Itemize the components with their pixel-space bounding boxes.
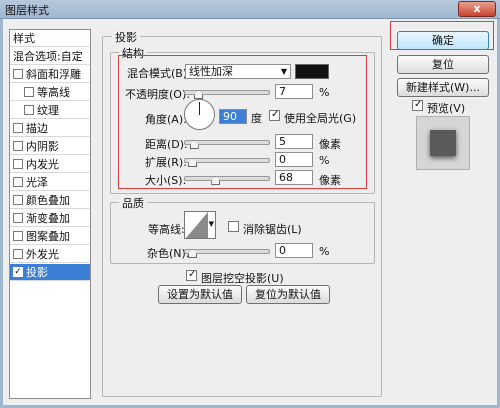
section-title: 投影 <box>112 29 140 45</box>
close-button[interactable]: x <box>458 1 496 17</box>
preview-checkbox[interactable] <box>412 99 423 111</box>
spread-unit: % <box>319 154 330 167</box>
style-item-checkbox[interactable] <box>13 195 23 205</box>
style-list-item[interactable]: 纹理 <box>10 102 90 119</box>
spread-slider[interactable] <box>184 158 270 163</box>
noise-input[interactable]: 0 <box>275 243 313 258</box>
window-title: 图层样式 <box>5 4 49 17</box>
style-list-item[interactable]: 图案叠加 <box>10 228 90 245</box>
distance-label: 距离(D): <box>145 138 188 151</box>
style-item-label: 内发光 <box>26 158 59 171</box>
style-item-label: 图案叠加 <box>26 230 70 243</box>
style-list-item[interactable]: 渐变叠加 <box>10 210 90 227</box>
size-slider[interactable] <box>184 176 270 181</box>
style-item-checkbox[interactable] <box>13 267 23 277</box>
knockout-checkbox[interactable] <box>186 269 197 281</box>
style-list-header[interactable]: 样式 <box>10 30 90 47</box>
style-list-item[interactable]: 等高线 <box>10 84 90 101</box>
style-item-label: 光泽 <box>26 176 48 189</box>
blend-options-item[interactable]: 混合选项:自定 <box>10 48 90 65</box>
anti-alias-checkbox[interactable] <box>228 221 239 232</box>
angle-dial[interactable] <box>184 99 215 130</box>
style-list-item[interactable]: 斜面和浮雕 <box>10 66 90 83</box>
contour-picker[interactable]: ▼ <box>184 211 216 239</box>
style-item-label: 描边 <box>26 122 48 135</box>
style-list-item[interactable]: 外发光 <box>10 246 90 263</box>
angle-input[interactable]: 90 <box>219 109 247 124</box>
style-item-checkbox[interactable] <box>13 231 23 241</box>
style-list-item[interactable]: 投影 <box>10 264 90 281</box>
style-item-checkbox[interactable] <box>13 141 23 151</box>
contour-label: 等高线: <box>148 223 185 236</box>
style-list: 样式 混合选项:自定 斜面和浮雕等高线纹理描边内阴影内发光光泽颜色叠加渐变叠加图… <box>9 29 91 399</box>
close-icon: x <box>473 2 481 15</box>
noise-label: 杂色(N): <box>147 247 190 260</box>
angle-dial-needle <box>199 102 200 115</box>
opacity-label: 不透明度(O): <box>125 88 190 101</box>
style-item-checkbox[interactable] <box>24 87 34 97</box>
contour-curve-icon <box>186 212 208 238</box>
noise-unit: % <box>319 245 330 258</box>
style-list-item[interactable]: 内阴影 <box>10 138 90 155</box>
style-list-item[interactable]: 颜色叠加 <box>10 192 90 209</box>
preview-label: 预览(V) <box>427 102 466 115</box>
style-item-label: 渐变叠加 <box>26 212 70 225</box>
global-light-label: 使用全局光(G) <box>284 112 357 125</box>
global-light-checkbox[interactable] <box>269 109 280 121</box>
style-item-label: 颜色叠加 <box>26 194 70 207</box>
anti-alias-label: 消除锯齿(L) <box>243 223 302 236</box>
distance-unit: 像素 <box>319 138 341 151</box>
style-item-checkbox[interactable] <box>13 69 23 79</box>
blend-mode-select[interactable]: 线性加深 ▼ <box>185 64 291 79</box>
chevron-down-icon: ▼ <box>208 220 214 228</box>
ok-button[interactable]: 确定 <box>397 31 489 50</box>
blend-mode-label: 混合模式(B): <box>127 67 191 80</box>
style-item-checkbox[interactable] <box>13 123 23 133</box>
style-list-item[interactable]: 光泽 <box>10 174 90 191</box>
style-item-checkbox[interactable] <box>24 105 34 115</box>
style-item-label: 等高线 <box>37 86 70 99</box>
style-item-label: 纹理 <box>37 104 59 117</box>
style-list-item[interactable]: 描边 <box>10 120 90 137</box>
shadow-color-swatch[interactable] <box>295 64 329 79</box>
style-item-label: 投影 <box>26 266 48 279</box>
knockout-label: 图层挖空投影(U) <box>201 272 284 285</box>
style-item-label: 斜面和浮雕 <box>26 68 81 81</box>
preview-square <box>430 130 456 156</box>
style-item-checkbox[interactable] <box>13 249 23 259</box>
angle-label: 角度(A): <box>145 113 187 126</box>
title-bar: 图层样式 x <box>0 0 500 19</box>
style-item-label: 内阴影 <box>26 140 59 153</box>
preview-thumbnail <box>416 116 470 170</box>
opacity-unit: % <box>319 86 330 99</box>
style-list-item[interactable]: 内发光 <box>10 156 90 173</box>
new-style-button[interactable]: 新建样式(W)... <box>397 78 489 97</box>
noise-slider[interactable] <box>184 249 270 254</box>
quality-title: 品质 <box>119 195 147 211</box>
style-item-label: 外发光 <box>26 248 59 261</box>
blend-mode-value: 线性加深 <box>189 65 233 78</box>
size-input[interactable]: 68 <box>275 170 313 185</box>
style-item-checkbox[interactable] <box>13 177 23 187</box>
chevron-down-icon: ▼ <box>280 67 287 76</box>
size-unit: 像素 <box>319 174 341 187</box>
size-label: 大小(S): <box>145 174 187 187</box>
style-item-checkbox[interactable] <box>13 213 23 223</box>
distance-input[interactable]: 5 <box>275 134 313 149</box>
angle-unit: 度 <box>251 112 262 125</box>
spread-input[interactable]: 0 <box>275 152 313 167</box>
reset-default-button[interactable]: 复位为默认值 <box>246 285 330 304</box>
make-default-button[interactable]: 设置为默认值 <box>158 285 242 304</box>
opacity-input[interactable]: 7 <box>275 84 313 99</box>
style-item-checkbox[interactable] <box>13 159 23 169</box>
spread-label: 扩展(R): <box>145 156 187 169</box>
cancel-button[interactable]: 复位 <box>397 55 489 74</box>
